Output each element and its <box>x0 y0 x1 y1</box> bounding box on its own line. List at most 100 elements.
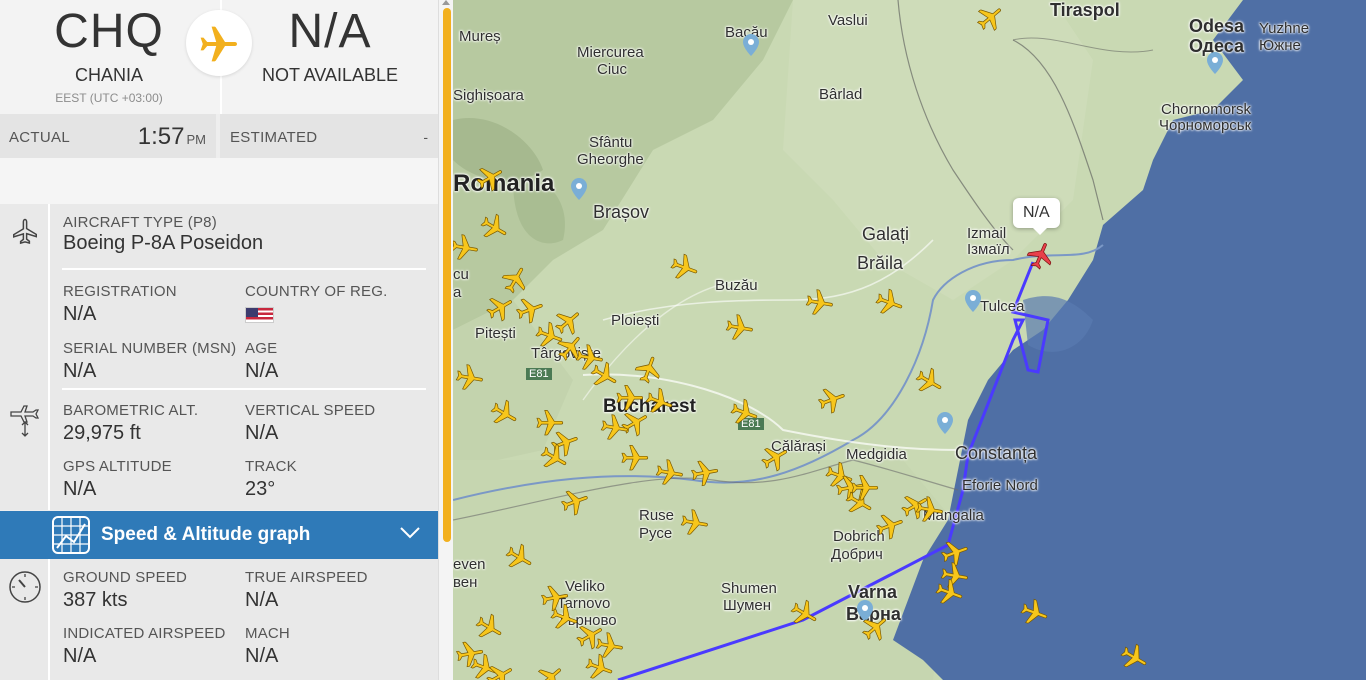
aircraft-marker-icon[interactable] <box>678 505 712 539</box>
altitude-icon-column <box>0 270 50 510</box>
scroll-up-arrow-icon[interactable] <box>442 0 450 5</box>
aircraft-marker-icon[interactable] <box>558 484 592 518</box>
aircraft-marker-icon[interactable] <box>973 0 1007 34</box>
us-flag-icon <box>245 307 274 323</box>
true-airspeed-value: N/A <box>245 589 279 611</box>
country-label: COUNTRY OF REG. <box>245 283 388 300</box>
airport-pin-icon[interactable] <box>937 412 953 434</box>
true-airspeed-label: TRUE AIRSPEED <box>245 569 368 586</box>
destination-airport[interactable]: N/A NOT AVAILABLE <box>220 0 438 114</box>
serial-label: SERIAL NUMBER (MSN) <box>63 340 237 357</box>
age-label: AGE <box>245 340 278 357</box>
aircraft-marker-icon[interactable] <box>538 440 572 474</box>
aircraft-marker-icon[interactable] <box>848 470 882 504</box>
indicated-airspeed-label: INDICATED AIRSPEED <box>63 625 226 642</box>
track-value: 23° <box>245 478 276 500</box>
vertical-speed-label: VERTICAL SPEED <box>245 402 376 419</box>
airport-pin-icon[interactable] <box>1207 52 1223 74</box>
aircraft-marker-icon[interactable] <box>618 440 652 474</box>
country-field: COUNTRY OF REG. <box>245 283 387 323</box>
actual-time-box: ACTUAL 1:57 PM <box>0 114 216 158</box>
aircraft-marker-icon[interactable] <box>688 455 722 489</box>
map-label: Yuzhne <box>1259 20 1310 37</box>
aircraft-marker-icon[interactable] <box>453 360 487 394</box>
aircraft-marker-icon[interactable] <box>653 455 687 489</box>
aircraft-type-value: Boeing P-8A Poseidon <box>63 232 264 254</box>
serial-value: N/A <box>63 360 97 382</box>
chevron-down-icon <box>400 527 420 539</box>
aircraft-marker-icon[interactable] <box>788 596 822 630</box>
track-field: TRACK 23° <box>245 458 297 501</box>
map-label: Miercurea <box>577 44 644 61</box>
aircraft-marker-icon[interactable] <box>913 492 947 526</box>
actual-time-value: 1:57 <box>137 123 185 150</box>
aircraft-marker-icon[interactable] <box>503 540 537 574</box>
map-label: Ploiești <box>611 312 660 329</box>
aircraft-marker-icon[interactable] <box>803 285 837 319</box>
mach-label: MACH <box>245 625 290 642</box>
map-label: Sighișoara <box>453 87 524 104</box>
age-value: N/A <box>245 360 279 382</box>
baro-alt-label: BAROMETRIC ALT. <box>63 402 199 419</box>
map-label: Русе <box>639 525 673 542</box>
actual-ampm: PM <box>186 132 207 147</box>
origin-airport[interactable]: CHQ CHANIA EEST (UTC +03:00) <box>0 0 218 114</box>
airport-pin-icon[interactable] <box>571 178 587 200</box>
registration-field: REGISTRATION N/A <box>63 283 177 326</box>
aircraft-marker-icon[interactable] <box>873 508 907 542</box>
gps-alt-field: GPS ALTITUDE N/A <box>63 458 172 501</box>
vertical-speed-value: N/A <box>245 422 279 444</box>
estimated-label: ESTIMATED <box>230 129 318 146</box>
map-label: Buzău <box>715 277 758 294</box>
aircraft-marker-icon[interactable] <box>453 230 482 264</box>
map-label: Ізмаїл <box>967 241 1010 258</box>
airplane-icon <box>186 10 252 76</box>
panel-scrollbar[interactable] <box>438 0 453 680</box>
gps-alt-label: GPS ALTITUDE <box>63 458 172 475</box>
mach-field: MACH N/A <box>245 625 290 668</box>
aircraft-marker-icon[interactable] <box>815 382 849 416</box>
aircraft-marker-icon[interactable] <box>933 575 967 609</box>
aircraft-marker-icon[interactable] <box>483 658 517 680</box>
aircraft-marker-icon[interactable] <box>533 660 567 680</box>
airport-pin-icon[interactable] <box>743 34 759 56</box>
aircraft-marker-icon[interactable] <box>473 160 507 194</box>
spacer-area <box>0 158 438 204</box>
destination-city: NOT AVAILABLE <box>261 65 399 85</box>
road-sign: E81 <box>526 368 552 380</box>
times-row: ACTUAL 1:57 PM ESTIMATED - <box>0 114 438 158</box>
true-airspeed-field: TRUE AIRSPEED N/A <box>245 569 368 612</box>
track-label: TRACK <box>245 458 297 475</box>
map-label: Sfântu <box>589 134 633 151</box>
aircraft-marker-icon[interactable] <box>598 410 632 444</box>
registration-label: REGISTRATION <box>63 283 177 300</box>
map-label: Ruse <box>639 507 675 524</box>
speed-altitude-graph-toggle[interactable]: Speed & Altitude graph <box>0 511 438 559</box>
selected-flight-callout[interactable]: N/A <box>1013 198 1060 235</box>
map-label: cu <box>453 266 469 283</box>
flight-map[interactable]: Mureș Bacău Vaslui Tiraspol Odesa Одеса … <box>453 0 1366 680</box>
airport-pin-icon[interactable] <box>965 290 981 312</box>
baro-alt-value: 29,975 ft <box>63 422 141 444</box>
map-label: Izmail <box>967 225 1007 242</box>
aircraft-marker-icon[interactable] <box>488 396 522 430</box>
selected-aircraft-icon[interactable] <box>1023 238 1057 272</box>
estimated-value: - <box>423 129 428 145</box>
destination-iata: N/A <box>288 5 372 58</box>
aircraft-marker-icon[interactable] <box>583 650 617 680</box>
aircraft-marker-icon[interactable] <box>1118 640 1152 674</box>
aircraft-marker-icon[interactable] <box>858 610 892 644</box>
aircraft-marker-icon[interactable] <box>723 310 757 344</box>
aircraft-marker-icon[interactable] <box>668 250 702 284</box>
aircraft-marker-icon[interactable] <box>873 285 907 319</box>
scrollbar-thumb[interactable] <box>443 8 451 542</box>
aircraft-marker-icon[interactable] <box>913 364 947 398</box>
vertical-speed-field: VERTICAL SPEED N/A <box>245 402 375 445</box>
map-label: Tulcea <box>980 298 1025 315</box>
aircraft-marker-icon[interactable] <box>758 440 792 474</box>
map-label: Шумен <box>723 597 772 614</box>
aircraft-marker-icon[interactable] <box>1018 595 1052 629</box>
map-label: even <box>453 556 486 573</box>
aircraft-marker-icon[interactable] <box>728 395 762 429</box>
map-label: Mureș <box>459 28 501 45</box>
